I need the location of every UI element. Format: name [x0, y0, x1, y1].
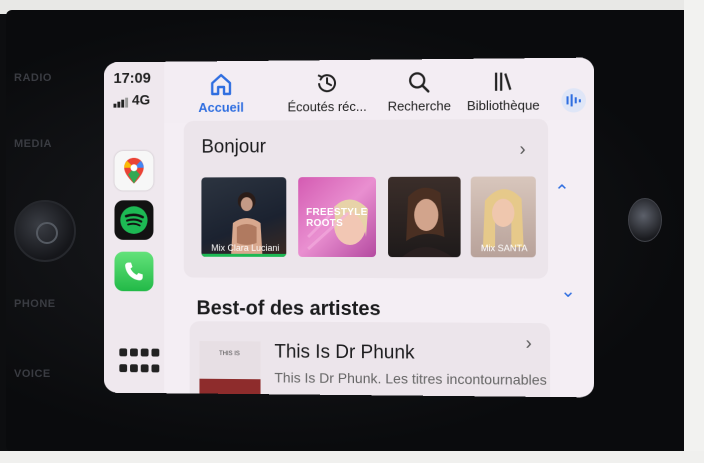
tab-bar: Accueil Écoutés réc... Recherche Bibliot… — [164, 57, 595, 124]
signal-icon — [113, 92, 129, 108]
playlist-tile[interactable]: FREESTYLE ROOTS — [298, 176, 377, 258]
voice-hw-button[interactable]: VOICE — [14, 368, 51, 380]
tile-progress-bar — [201, 253, 287, 257]
tile-label: Mix Clara Luciani — [211, 242, 280, 253]
thumb-caption: THIS IS — [219, 351, 240, 358]
tab-label: Bibliothèque — [466, 97, 540, 114]
chevron-right-icon[interactable]: › — [526, 333, 532, 354]
tuning-knob[interactable] — [628, 198, 662, 242]
search-icon — [406, 69, 432, 95]
network-status: 4G — [113, 92, 150, 108]
bezel-right — [684, 0, 704, 463]
now-playing-icon — [566, 94, 581, 107]
clock: 17:09 — [113, 69, 151, 87]
phone-app[interactable] — [114, 251, 154, 292]
media-hw-button[interactable]: MEDIA — [14, 138, 52, 150]
carplay-sidebar: 17:09 4G — [103, 61, 165, 394]
tab-label: Accueil — [198, 99, 244, 115]
volume-knob[interactable] — [14, 200, 76, 262]
item-subtitle: This Is Dr Phunk. Les titres incontourna… — [274, 369, 547, 388]
tab-accueil[interactable]: Accueil — [194, 67, 249, 115]
tab-label: Recherche — [387, 98, 451, 114]
tab-recently-played[interactable]: Écoutés réc... — [282, 66, 372, 115]
phone-hw-button[interactable]: PHONE — [14, 298, 56, 310]
now-playing-button[interactable] — [561, 88, 586, 113]
power-icon — [36, 222, 58, 244]
radio-hw-button[interactable]: RADIO — [14, 72, 52, 84]
tab-label: Écoutés réc... — [287, 98, 367, 115]
tile-artwork — [402, 187, 453, 258]
carplay-screen: 17:09 4G Accueil Écoutés réc... Recherch… — [103, 57, 595, 398]
tile-label: FREESTYLE ROOTS — [306, 206, 368, 229]
maps-pin-icon — [124, 157, 144, 184]
home-icon — [208, 71, 234, 97]
playlist-tile[interactable] — [388, 176, 461, 258]
tab-library[interactable]: Bibliothèque — [467, 64, 540, 113]
library-icon — [490, 68, 516, 94]
shelf-title: Bonjour — [201, 136, 266, 158]
playlist-tile[interactable]: Mix SANTA — [470, 176, 536, 258]
tile-label: Mix SANTA — [480, 243, 528, 254]
phone-icon — [125, 262, 143, 281]
app-grid-button[interactable] — [117, 346, 160, 374]
scroll-down-button[interactable]: ⌄ — [560, 281, 575, 302]
bezel-bottom — [0, 451, 704, 463]
network-type: 4G — [131, 91, 151, 108]
chevron-right-icon[interactable]: › — [520, 139, 526, 160]
item-title: This Is Dr Phunk — [274, 341, 415, 364]
spotify-icon — [120, 206, 148, 234]
item-artwork: THIS IS — [199, 341, 261, 398]
google-maps-app[interactable] — [114, 150, 154, 191]
scroll-up-button[interactable]: ⌃ — [554, 181, 569, 202]
spotify-app[interactable] — [114, 200, 154, 240]
list-item[interactable]: THIS IS This Is Dr Phunk This Is Dr Phun… — [189, 321, 551, 398]
recent-icon — [318, 74, 337, 93]
playlist-tile[interactable]: Mix Clara Luciani — [201, 177, 287, 257]
tab-search[interactable]: Recherche — [384, 65, 455, 114]
greeting-shelf: Bonjour › Mix Clara Luciani FREESTYLE RO… — [183, 118, 549, 279]
section-title: Best-of des artistes — [196, 297, 381, 321]
